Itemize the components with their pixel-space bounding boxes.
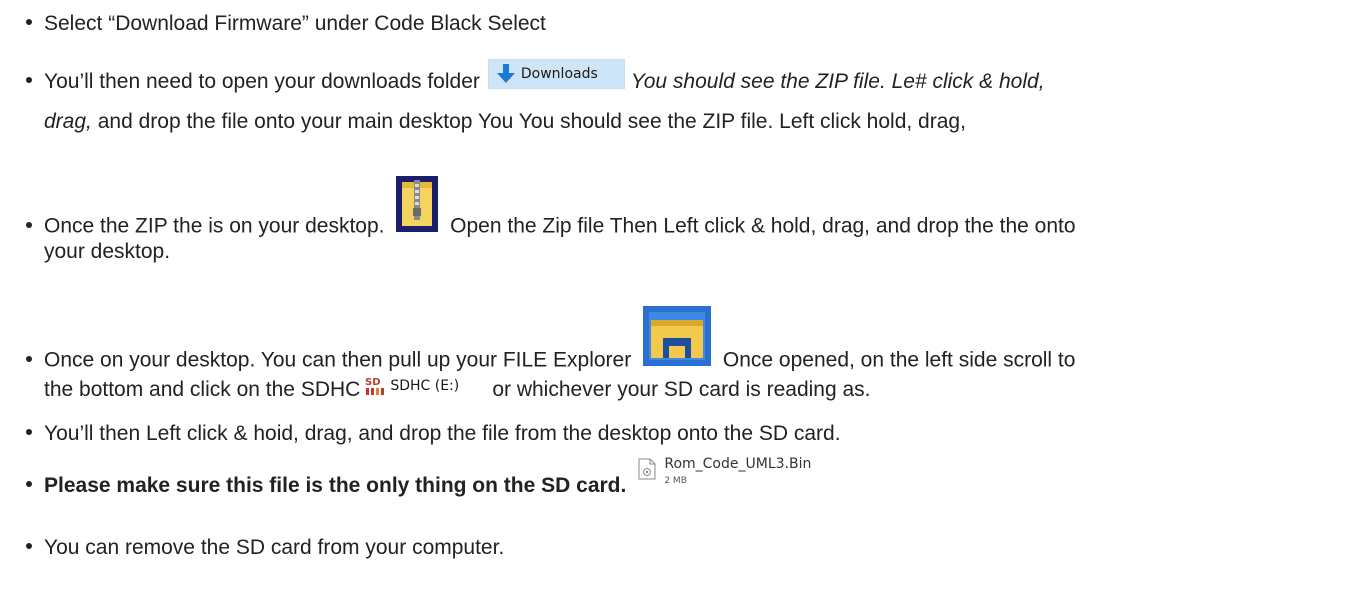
bullet <box>26 429 32 436</box>
bin-file-name: Rom_Code_UML3.Bin <box>664 456 812 473</box>
step-4-text-after: Once opened, on the left side scroll to <box>722 348 1076 372</box>
step-7-text: You can remove the SD card from your com… <box>44 536 505 559</box>
step-6-bold-text: Please make sure this file is the only t… <box>44 474 627 497</box>
step-4-continued: the bottom and click on the SDHC SD SDHC… <box>18 370 1367 410</box>
bin-file-item[interactable]: Rom_Code_UML3.Bin 2 MB <box>638 454 848 494</box>
bullet <box>26 543 32 550</box>
step-4-line2-text-after: or whichever your SD card is reading as. <box>492 378 871 401</box>
step-3-line2-text: your desktop. <box>44 240 171 263</box>
bullet <box>26 222 32 228</box>
step-5: You’ll then Left click & hoid, drag, and… <box>18 414 1358 454</box>
bullet <box>26 19 32 26</box>
svg-text:SD: SD <box>365 377 381 388</box>
sdhc-drive-item[interactable]: SD SDHC (E:) <box>364 373 488 399</box>
downloads-button-label: Downloads <box>520 66 598 83</box>
bullet <box>26 77 32 84</box>
file-explorer-icon[interactable] <box>643 306 712 380</box>
step-1: Select “Download Firmware” under Code Bl… <box>18 4 1358 44</box>
step-2: You’ll then need to open your downloads … <box>18 59 1358 102</box>
sdhc-drive-label: SDHC (E:) <box>390 378 460 395</box>
step-3-continued: your desktop. <box>18 232 1367 272</box>
step-2-continued: drag, and drop the file onto your main d… <box>18 102 1367 142</box>
step-6: Please make sure this file is the only t… <box>18 456 1358 506</box>
bin-file-size: 2 MB <box>664 476 687 487</box>
download-arrow-icon <box>496 64 515 84</box>
step-7: You can remove the SD card from your com… <box>18 528 1358 568</box>
downloads-button[interactable]: Downloads <box>487 59 625 90</box>
step-2-text: You’ll then need to open your downloads … <box>44 70 480 93</box>
bin-file-icon <box>638 458 656 480</box>
step-4-line2-text-before: the bottom and click on the SDHC <box>44 378 361 401</box>
step-4-text-before: Once on your desktop. You can then pull … <box>44 348 632 372</box>
step-5-text: You’ll then Left click & hoid, drag, and… <box>44 422 841 445</box>
step-2-line2-italic: drag, <box>44 110 92 133</box>
bullet <box>26 356 32 362</box>
sd-card-icon: SD <box>365 377 385 396</box>
step-2-line2-text: and drop the file onto your main desktop… <box>97 110 966 133</box>
step-1-text: Select “Download Firmware” under Code Bl… <box>44 12 546 35</box>
step-2-italic-text: You should see the ZIP file. Le# click &… <box>630 70 1045 93</box>
bullet <box>26 481 32 488</box>
